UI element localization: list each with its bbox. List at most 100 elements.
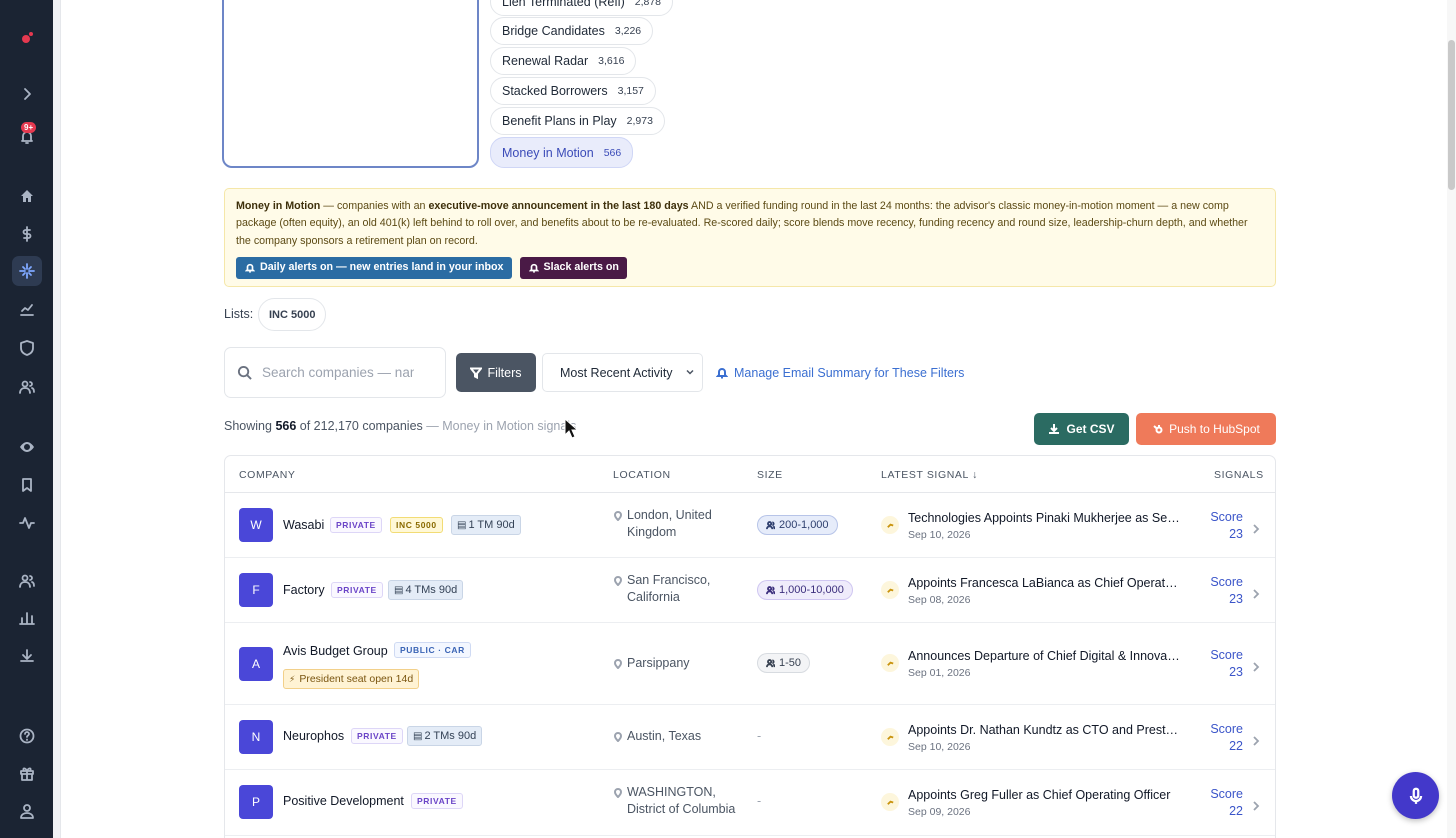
score[interactable]: Score 23 [1185,509,1243,543]
score[interactable]: Score 22 [1185,721,1243,755]
team-icon[interactable] [17,571,37,591]
chevron-right-icon[interactable] [1252,798,1260,811]
dollar-icon[interactable] [17,224,37,244]
private-badge: PRIVATE [330,517,382,533]
private-badge: PRIVATE [411,793,463,809]
user-icon[interactable] [17,801,37,821]
logo-icon[interactable] [17,28,37,48]
segment-pill-lien-terminated[interactable]: Lien Terminated (Refi) 2,878 [490,0,674,16]
score-value: 23 [1229,665,1243,679]
shield-icon[interactable] [17,338,37,358]
segment-count: 3,157 [617,85,644,97]
public-badge: PUBLIC · CAR [394,642,471,658]
calendar-icon: ▤ [413,730,423,742]
chevron-right-icon[interactable] [1252,521,1260,534]
push-to-hubspot-button[interactable]: Push to HubSpot [1136,413,1276,445]
eye-icon[interactable] [17,437,37,457]
company-avatar: F [239,573,273,607]
expand-icon[interactable] [17,84,37,104]
signal-date: Sep 10, 2026 [908,529,971,541]
trademark-count: 1 TM 90d [468,519,515,531]
score-label: Score [1210,510,1243,524]
segment-pill-money-in-motion[interactable]: Money in Motion 566 [490,137,634,168]
home-icon[interactable] [17,186,37,206]
table-row[interactable]: F Factory PRIVATE ▤ 4 TMs 90d San Francis… [225,558,1275,623]
column-company[interactable]: COMPANY [239,469,296,481]
sort-select[interactable]: Most Recent Activity [542,353,703,392]
segment-pill-renewal-radar[interactable]: Renewal Radar 3,616 [490,47,637,75]
column-location[interactable]: LOCATION [613,469,671,481]
table-row[interactable]: W Wasabi PRIVATE INC 5000 ▤ 1 TM 90d Lond… [225,493,1275,558]
alert-buttons: Daily alerts on — new entries land in yo… [236,257,627,279]
signal-type-icon [881,728,899,746]
column-signals[interactable]: SIGNALS [1214,469,1264,481]
page-scrollbar[interactable] [1447,0,1456,838]
location-line-1: Austin, Texas [627,729,702,743]
download-icon[interactable] [17,646,37,666]
segment-pill-benefit-plans[interactable]: Benefit Plans in Play 2,973 [490,107,665,135]
trademark-badge: ▤ 2 TMs 90d [407,726,483,746]
company-name[interactable]: Positive Development [283,794,404,808]
gift-icon[interactable] [17,763,37,783]
segment-pill-stacked-borrowers[interactable]: Stacked Borrowers 3,157 [490,77,656,105]
scrollbar-thumb[interactable] [1448,40,1455,190]
company-name[interactable]: Wasabi [283,518,324,532]
search-box[interactable] [224,347,446,398]
signal-title[interactable]: Technologies Appoints Pinaki Mukherjee a… [908,511,1180,525]
private-badge: PRIVATE [331,582,383,598]
chevron-right-icon[interactable] [1252,659,1260,672]
score[interactable]: Score 23 [1185,574,1243,608]
filters-button[interactable]: Filters [456,353,536,392]
slack-alerts-button[interactable]: Slack alerts on [519,257,627,279]
location-line-2: California [627,590,680,604]
segment-label: Bridge Candidates [502,24,605,38]
column-latest-signal[interactable]: LATEST SIGNAL ↓ [881,469,978,481]
daily-alerts-button[interactable]: Daily alerts on — new entries land in yo… [236,257,512,279]
users-icon[interactable] [17,377,37,397]
get-csv-button[interactable]: Get CSV [1034,413,1129,445]
signal-date: Sep 10, 2026 [908,741,971,753]
size-value: 1-50 [779,657,802,669]
list-chip-inc-5000[interactable]: INC 5000 [258,298,327,331]
activity-icon[interactable] [17,513,37,533]
description-text: — companies with an [320,200,429,212]
notification-badge: 9+ [21,122,37,133]
column-size[interactable]: SIZE [757,469,783,481]
company-name[interactable]: Avis Budget Group [283,644,388,658]
table-row[interactable]: P Positive Development PRIVATE WASHINGTO… [225,770,1275,836]
signal-title[interactable]: Appoints Dr. Nathan Kundtz as CTO and Pr… [908,723,1180,737]
company-name[interactable]: Factory [283,583,325,597]
bookmark-icon[interactable] [17,475,37,495]
score[interactable]: Score 23 [1185,647,1243,681]
segment-pill-bridge-candidates[interactable]: Bridge Candidates 3,226 [490,17,654,45]
segment-label: Renewal Radar [502,54,589,68]
private-badge: PRIVATE [351,728,403,744]
score-label: Score [1210,648,1243,662]
summary-shown-count: 566 [275,419,297,433]
help-icon[interactable] [17,726,37,746]
company-name[interactable]: Neurophos [283,729,344,743]
signal-title[interactable]: Appoints Greg Fuller as Chief Operating … [908,788,1180,802]
table-row[interactable]: A Avis Budget Group PUBLIC · CAR ⚡ Presid… [225,623,1275,705]
chevron-right-icon[interactable] [1252,586,1260,599]
chevron-right-icon[interactable] [1252,733,1260,746]
users-icon [766,585,775,594]
signal-title[interactable]: Announces Departure of Chief Digital & I… [908,649,1180,663]
table-row[interactable]: N Neurophos PRIVATE ▤ 2 TMs 90d Austin, T… [225,705,1275,770]
search-input[interactable] [262,365,414,380]
score[interactable]: Score 22 [1185,786,1243,820]
signal-type-icon [881,793,899,811]
chart-up-icon[interactable] [17,299,37,319]
signal-title[interactable]: Appoints Francesca LaBianca as Chief Ope… [908,576,1180,590]
daily-alerts-label: Daily alerts on — new entries land in yo… [260,261,504,274]
voice-assistant-button[interactable] [1392,772,1439,819]
company-avatar: W [239,508,273,542]
sparkle-icon[interactable] [17,261,37,281]
bell-icon [245,263,255,273]
manage-email-summary-link[interactable]: Manage Email Summary for These Filters [716,366,964,380]
location-cell: Parsippany [613,655,690,672]
signal-type-icon [881,516,899,534]
bar-chart-icon[interactable] [17,608,37,628]
segment-count: 2,973 [626,115,653,127]
filters-label: Filters [487,365,522,380]
